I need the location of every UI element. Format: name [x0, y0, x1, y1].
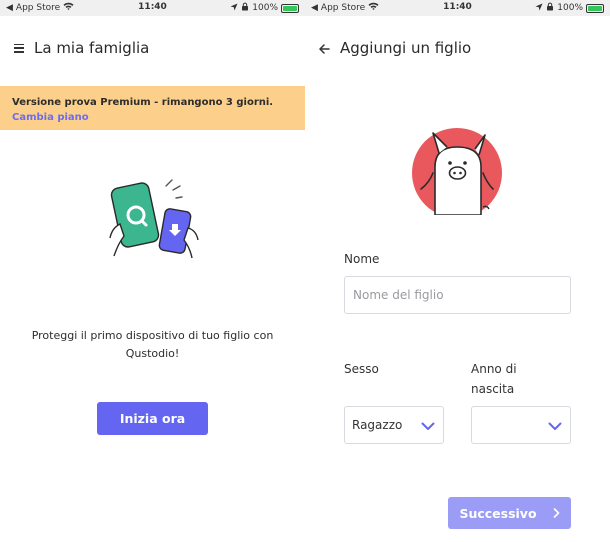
- family-screen: ◀ App Store 11:40 100% La mia famiglia V…: [0, 0, 305, 542]
- gender-value: Ragazzo: [352, 418, 403, 432]
- premium-trial-banner: Versione prova Premium - rimangono 3 gio…: [0, 86, 305, 130]
- add-child-screen: ◀ App Store 11:40 100% Aggiungi un figli…: [305, 0, 610, 542]
- lock-rotation-icon: [241, 2, 249, 14]
- app-header: Aggiungi un figlio: [305, 16, 610, 80]
- page-title: La mia famiglia: [34, 39, 150, 57]
- protect-device-text: Proteggi il primo dispositivo di tuo fig…: [31, 329, 274, 360]
- gender-label: Sesso: [344, 362, 379, 376]
- gender-select[interactable]: Ragazzo: [344, 406, 444, 444]
- phones-illustration-svg: [109, 179, 199, 259]
- change-plan-link[interactable]: Cambia piano: [12, 112, 89, 123]
- phones-illustration: [106, 178, 201, 264]
- status-bar: ◀ App Store 11:40 100%: [0, 0, 305, 16]
- status-right: 100%: [535, 2, 604, 14]
- location-icon: [230, 3, 238, 14]
- next-button[interactable]: Successivo: [448, 497, 571, 529]
- hamburger-menu-icon[interactable]: [14, 43, 24, 53]
- battery-percent: 100%: [252, 3, 278, 13]
- trial-text: Versione prova Premium - rimangono 3 gio…: [12, 97, 274, 108]
- pig-avatar-svg: [412, 128, 502, 218]
- chevron-down-icon: [421, 420, 435, 434]
- battery-icon: [281, 3, 299, 13]
- status-right: 100%: [230, 2, 299, 14]
- back-arrow-icon[interactable]: [319, 39, 330, 58]
- birth-year-label: Anno di nascita: [471, 362, 517, 396]
- child-name-input[interactable]: Nome del figlio: [344, 276, 571, 314]
- birth-year-select[interactable]: [471, 406, 571, 444]
- next-button-label: Successivo: [459, 505, 537, 521]
- start-now-button[interactable]: Inizia ora: [97, 402, 208, 435]
- battery-percent: 100%: [557, 3, 583, 13]
- page-title: Aggiungi un figlio: [340, 39, 472, 57]
- battery-icon: [586, 3, 604, 13]
- app-header: La mia famiglia: [0, 16, 305, 80]
- name-label: Nome: [344, 252, 380, 266]
- lock-rotation-icon: [546, 2, 554, 14]
- location-icon: [535, 3, 543, 14]
- pig-avatar-icon[interactable]: [411, 127, 506, 219]
- status-bar: ◀ App Store 11:40 100%: [305, 0, 610, 16]
- chevron-right-icon: [553, 506, 560, 521]
- chevron-down-icon: [548, 420, 562, 434]
